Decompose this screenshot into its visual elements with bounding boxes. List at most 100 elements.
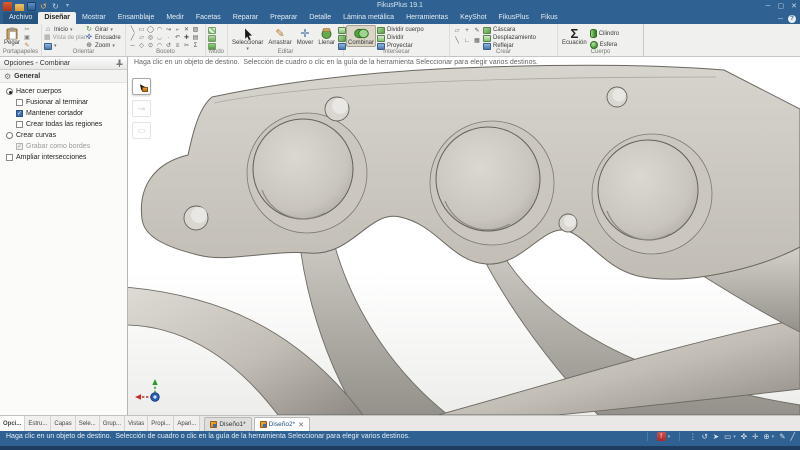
tab-preparar[interactable]: Preparar [264,12,303,24]
sketch-tool-icon[interactable]: ◯ [146,26,155,34]
desplazamiento-button[interactable]: Desplazamiento [483,34,536,42]
tab-detalle[interactable]: Detalle [303,12,337,24]
sketch-tool-icon[interactable]: ▨ [191,26,200,34]
measure-icon[interactable]: ╱ [790,432,795,441]
tab-archivo[interactable]: Archivo [3,12,38,24]
option-crear-curvas[interactable]: Crear curvas [0,130,127,141]
box-zoom-icon[interactable]: ▭ [724,432,731,441]
toolguide-ghost-button[interactable]: ↝ [132,100,151,117]
document-tab-diseno2[interactable]: Diseño2* ✕ [254,417,310,431]
dividir-button[interactable]: Dividir [377,34,424,42]
arrastrar-button[interactable]: ✎ Arrastrar [266,25,293,47]
create-line-icon[interactable]: ╲ [452,37,462,47]
sketch-tool-icon[interactable]: ╲ [128,26,137,34]
close-button[interactable]: ✕ [791,2,797,10]
option-fusionar-al-terminar[interactable]: Fusionar al terminar [0,97,127,108]
tab-lamina-metalica[interactable]: Lámina metálica [337,12,400,24]
sketch-tool-icon[interactable]: ✚ [182,34,191,42]
tab-keyshot[interactable]: KeyShot [454,12,492,24]
help-icon[interactable]: ? [788,15,796,23]
viewport-canvas[interactable]: Haga clic en un objeto de destino. Selec… [128,57,800,415]
create-sketch-icon[interactable]: ✎ [472,27,482,37]
radio-icon[interactable] [6,88,13,95]
sketch-tool-icon[interactable]: ◎ [146,34,155,42]
pin-icon[interactable] [116,59,123,67]
dropdown-icon[interactable]: ▾ [668,434,671,440]
restore-button[interactable]: ▢ [778,2,785,10]
encuadre-button[interactable]: ✜Encuadre [85,34,123,42]
tab-mostrar[interactable]: Mostrar [76,12,112,24]
sketch-tool-icon[interactable]: ▭ [137,26,146,34]
create-axis-icon[interactable]: + [462,27,472,37]
tab-disenar[interactable]: Diseñar [38,12,76,24]
sketch-icon[interactable]: ✎ [779,432,785,441]
tab-fikusplus[interactable]: FikusPlus [493,12,535,24]
sketch-mode-icon[interactable] [208,27,216,34]
tab-herramientas[interactable]: Herramientas [400,12,454,24]
pan-icon[interactable]: ✛ [752,432,758,441]
sketch-tool-icon[interactable]: ⌐ [173,26,182,34]
panel-tab-vistas[interactable]: Vistas [125,416,148,431]
panel-tab-estructura[interactable]: Estru... [25,416,51,431]
general-section-header[interactable]: ⚙ General [0,70,127,83]
sketch-tool-icon[interactable]: ↝ [164,26,173,34]
create-origin-icon[interactable]: ∟ [462,37,472,47]
panel-tab-opciones[interactable]: Opci... [0,416,25,431]
open-icon[interactable] [15,4,24,11]
section-mode-icon[interactable] [208,35,216,42]
option-ampliar-intersecciones[interactable]: Ampliar intersecciones [0,152,127,163]
combinar-button[interactable]: Combinar [346,25,376,47]
dividir-cuerpo-button[interactable]: Dividir cuerpo [377,26,424,34]
tab-ensamblaje[interactable]: Ensamblaje [112,12,161,24]
spin-icon[interactable]: ↺ [702,432,708,441]
tab-facetas[interactable]: Facetas [190,12,227,24]
checkbox-icon[interactable] [16,99,23,106]
redo-icon[interactable]: ↻ [51,2,60,11]
tab-reparar[interactable]: Reparar [227,12,264,24]
inicio-button[interactable]: ⌂Inicio▾ [44,26,84,34]
sketch-tool-icon[interactable]: ▤ [191,34,200,42]
panel-tab-propiedades[interactable]: Propi... [148,416,174,431]
minimize-button[interactable]: ─ [766,3,771,10]
cilindro-button[interactable]: Cilindro [590,28,619,39]
minimize-ribbon-icon[interactable]: ─ [778,16,783,23]
copy-icon[interactable]: ▣ [23,35,31,42]
tab-fikus[interactable]: Fikus [535,12,564,24]
dropdown-icon[interactable]: ▾ [772,434,775,440]
select-target-toolguide-button[interactable]: ➤ [132,78,151,95]
sketch-tool-icon[interactable]: ✕ [182,26,191,34]
checkbox-icon[interactable] [16,110,23,117]
checkbox-icon[interactable] [6,154,13,161]
radio-icon[interactable] [6,132,13,139]
option-hacer-cuerpos[interactable]: Hacer cuerpos [0,86,127,97]
cascara-button[interactable]: Cáscara [483,26,536,34]
panel-tab-grupos[interactable]: Grup... [100,416,125,431]
tab-medir[interactable]: Medir [160,12,190,24]
checkbox-icon[interactable] [16,121,23,128]
qat-dropdown-icon[interactable]: ▾ [63,2,72,11]
option-mantener-cortador[interactable]: Mantener cortador [0,108,127,119]
option-crear-todas-las-regiones[interactable]: Crear todas las regiones [0,119,127,130]
cut-icon[interactable]: ✂ [23,27,31,34]
zoom-icon[interactable]: ⊕ [763,432,769,441]
llenar-button[interactable]: Llenar [316,25,337,47]
toolguide-ghost-button[interactable]: ▭ [132,122,151,139]
create-plane-icon[interactable]: ▱ [452,27,462,37]
sketch-tool-icon[interactable]: ↶ [173,34,182,42]
exhaust-manifold-model[interactable] [128,57,800,415]
pegar-button[interactable]: Pegar [2,25,22,47]
sketch-tool-icon[interactable]: ◠ [155,26,164,34]
plan-view-icon[interactable]: ✜ [741,432,747,441]
sketch-tool-icon[interactable]: ╱ [128,34,137,42]
girar-button[interactable]: ↻Girar▾ [85,26,123,34]
select-icon[interactable]: ➤ [713,432,719,441]
save-icon[interactable] [27,2,36,11]
vista-de-plan-button[interactable]: ▦Vista de plan [44,34,84,42]
overflow-icon[interactable]: ⋮ [689,432,697,441]
create-grid-icon[interactable]: ▦ [472,37,482,47]
sketch-tool-icon[interactable]: ◡ [155,34,164,42]
sketch-tool-icon[interactable]: ∙ [164,34,173,42]
undo-icon[interactable]: ↺ [39,2,48,11]
close-document-icon[interactable]: ✕ [298,421,304,429]
mover-button[interactable]: ✛ Mover [295,25,316,47]
